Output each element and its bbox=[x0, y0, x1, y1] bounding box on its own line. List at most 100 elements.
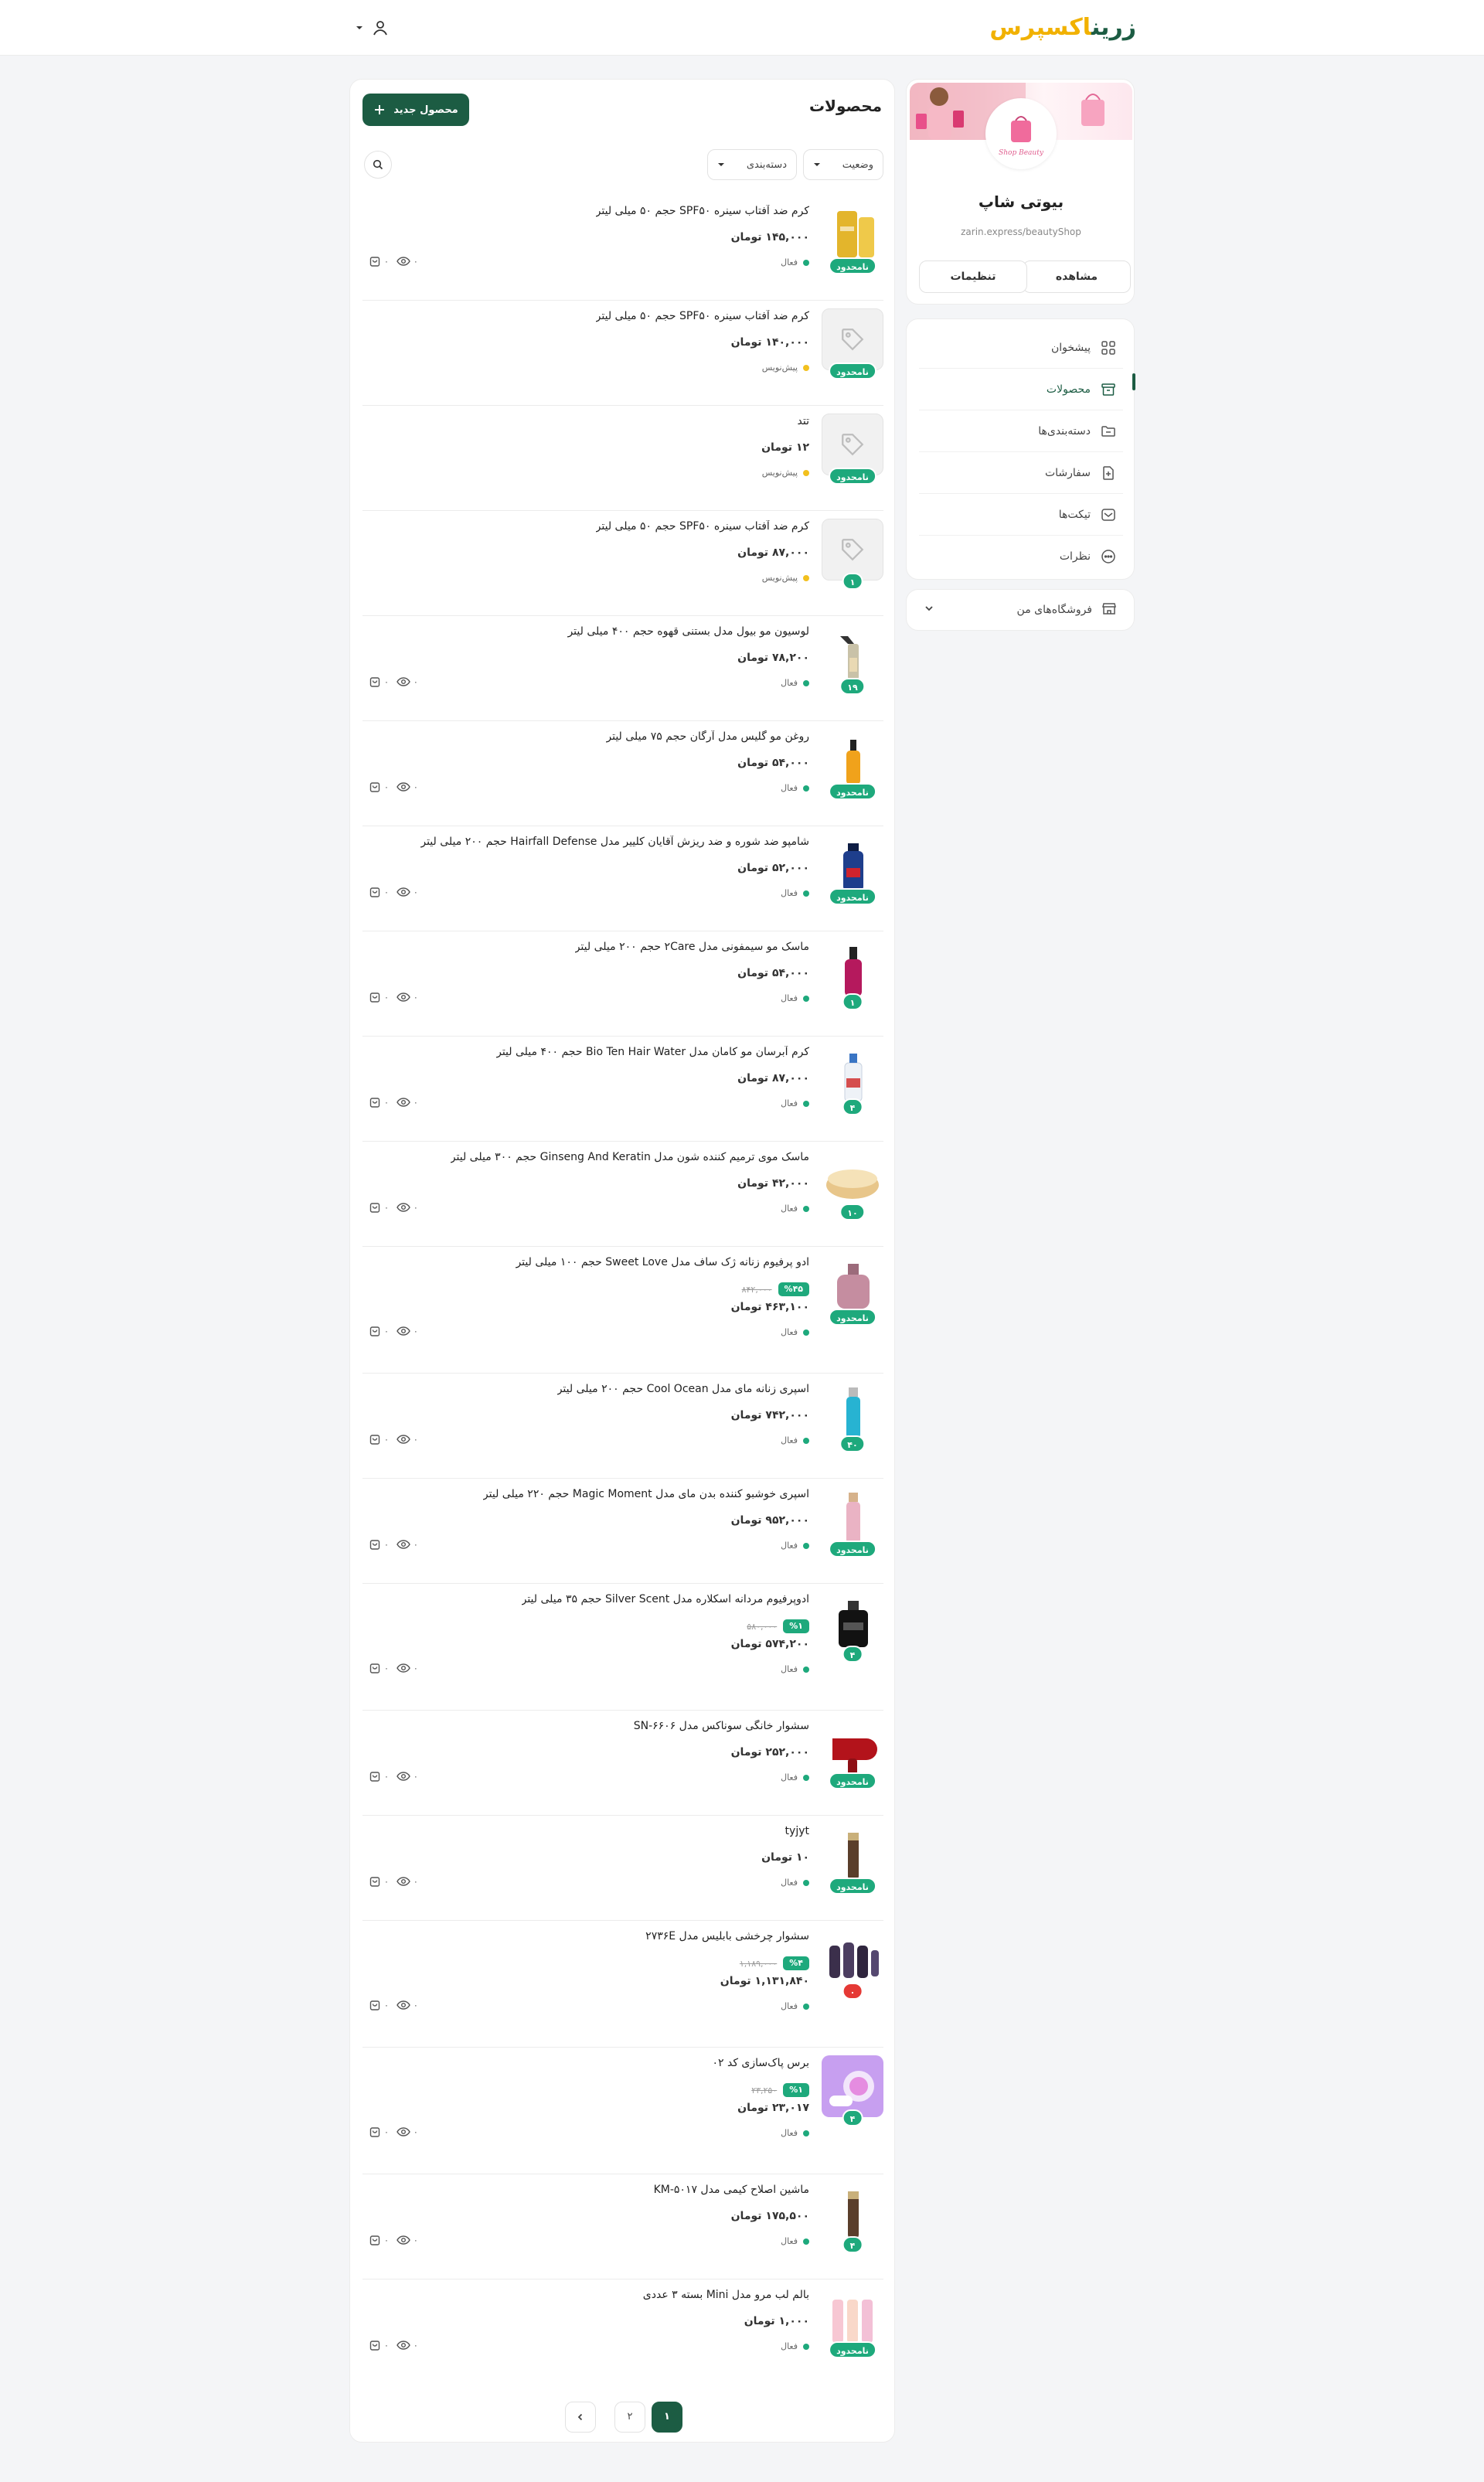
status-label: پیش‌نویس bbox=[761, 573, 798, 583]
product-thumbnail[interactable]: ۴ bbox=[822, 1592, 883, 1663]
product-name[interactable]: برس پاک‌سازی کد ۰۲ bbox=[712, 2057, 809, 2069]
views-stat: ۰ bbox=[397, 887, 418, 897]
store-name: بیوتی شاپ bbox=[978, 192, 1064, 211]
sidebar-item-dashboard[interactable]: پیشخوان bbox=[919, 327, 1123, 369]
product-row[interactable]: نامحدود تتد ۱۲ تومان پیش‌نویس bbox=[362, 406, 883, 511]
product-row[interactable]: نامحدود ادو پرفیوم زنانه ژک ساف مدل Sweet… bbox=[362, 1247, 883, 1374]
product-row[interactable]: نامحدود اسپری خوشبو کننده بدن مای مدل Mag… bbox=[362, 1479, 883, 1584]
product-status: فعال bbox=[781, 2128, 809, 2138]
product-name[interactable]: ادوپرفیوم مردانه اسکلاره مدل Silver Scen… bbox=[522, 1593, 809, 1605]
product-thumbnail[interactable]: ۴ bbox=[822, 2055, 883, 2126]
product-thumbnail[interactable]: ۱۰ bbox=[822, 1149, 883, 1221]
product-name[interactable]: کرم ضد آفتاب سینره SPF۵۰ حجم ۵۰ میلی لیت… bbox=[596, 310, 809, 322]
product-thumbnail[interactable]: نامحدود bbox=[822, 1718, 883, 1789]
store-settings-button[interactable]: تنظیمات bbox=[919, 260, 1027, 293]
product-thumbnail[interactable]: نامحدود bbox=[822, 834, 883, 905]
product-thumbnail[interactable]: نامحدود bbox=[822, 308, 883, 380]
sidebar-item-orders[interactable]: سفارشات bbox=[919, 452, 1123, 494]
product-name[interactable]: tyjyt bbox=[785, 1825, 809, 1837]
product-thumbnail[interactable]: نامحدود bbox=[822, 2287, 883, 2358]
product-status: فعال bbox=[781, 678, 809, 688]
product-thumbnail[interactable]: ۱ bbox=[822, 939, 883, 1010]
product-row[interactable]: ۴ ماشین اصلاح کیمی مدل KM-۵۰۱۷ ۱۷۵,۵۰۰ توم… bbox=[362, 2174, 883, 2279]
product-name[interactable]: ماسک موی ترمیم کننده شون مدل Ginseng And… bbox=[451, 1151, 809, 1163]
product-name[interactable]: سشوار چرخشی بابلیس مدل ۲۷۳۶E bbox=[645, 1930, 809, 1942]
product-row[interactable]: ۱ کرم ضد آفتاب سینره SPF۵۰ حجم ۵۰ میلی لی… bbox=[362, 511, 883, 616]
product-name[interactable]: لوسیون مو بیول مدل بستنی قهوه حجم ۴۰۰ می… bbox=[567, 625, 809, 638]
product-thumbnail[interactable]: نامحدود bbox=[822, 414, 883, 485]
store-url[interactable]: zarin.express/beautyShop bbox=[907, 226, 1135, 237]
new-product-button[interactable]: محصول جدید bbox=[362, 94, 469, 126]
product-name[interactable]: کرم ضد آفتاب سینره SPF۵۰ حجم ۵۰ میلی لیت… bbox=[596, 520, 809, 533]
product-thumbnail[interactable]: نامحدود bbox=[822, 1486, 883, 1558]
sidebar-item-tickets[interactable]: تیکت‌ها bbox=[919, 494, 1123, 536]
product-thumbnail[interactable]: نامحدود bbox=[822, 203, 883, 274]
chevron-down-icon bbox=[814, 163, 820, 166]
product-name[interactable]: شامپو ضد شوره و ضد ریزش آقایان کلییر مدل… bbox=[420, 836, 809, 848]
product-thumbnail[interactable]: نامحدود bbox=[822, 729, 883, 800]
product-row[interactable]: ۴ ادوپرفیوم مردانه اسکلاره مدل Silver Sce… bbox=[362, 1584, 883, 1711]
search-button[interactable] bbox=[364, 151, 392, 179]
cart-icon bbox=[369, 677, 380, 687]
product-row[interactable]: نامحدود tyjyt ۱۰ تومان فعال ۰ ۰ bbox=[362, 1816, 883, 1921]
product-status: فعال bbox=[781, 1541, 809, 1551]
product-thumbnail[interactable]: نامحدود bbox=[822, 1823, 883, 1895]
product-row[interactable]: نامحدود شامپو ضد شوره و ضد ریزش آقایان کل… bbox=[362, 826, 883, 931]
product-thumbnail[interactable]: ۴ bbox=[822, 2182, 883, 2253]
product-thumbnail[interactable]: ۱ bbox=[822, 519, 883, 590]
view-store-button[interactable]: مشاهده bbox=[1023, 260, 1131, 293]
user-menu[interactable] bbox=[356, 15, 396, 40]
product-thumbnail[interactable]: ۴۰ bbox=[822, 1381, 883, 1452]
product-row[interactable]: نامحدود کرم ضد آفتاب سینره SPF۵۰ حجم ۵۰ م… bbox=[362, 196, 883, 301]
sidebar-item-categories[interactable]: دسته‌بندی‌ها bbox=[919, 410, 1123, 452]
product-row[interactable]: ۱ ماسک مو سیمفونی مدل ۲Care حجم ۲۰۰ میلی … bbox=[362, 931, 883, 1037]
my-stores-dropdown[interactable]: فروشگاه‌های من bbox=[906, 589, 1135, 631]
product-thumbnail[interactable]: ۰ bbox=[822, 1929, 883, 2000]
product-name[interactable]: اسپری خوشبو کننده بدن مای مدل Magic Mome… bbox=[483, 1488, 809, 1500]
product-thumbnail[interactable]: ۴ bbox=[822, 1044, 883, 1115]
views-stat: ۰ bbox=[397, 1434, 418, 1445]
sidebar-item-comments[interactable]: نظرات bbox=[919, 536, 1123, 577]
product-row[interactable]: نامحدود سشوار خانگی سوناکس مدل SN-۶۶۰۶ ۲۵۲… bbox=[362, 1711, 883, 1816]
product-image bbox=[822, 2287, 883, 2349]
product-row[interactable]: ۱۹ لوسیون مو بیول مدل بستنی قهوه حجم ۴۰۰ … bbox=[362, 616, 883, 721]
product-name[interactable]: سشوار خانگی سوناکس مدل SN-۶۶۰۶ bbox=[634, 1720, 809, 1732]
product-thumbnail[interactable]: ۱۹ bbox=[822, 624, 883, 695]
product-row[interactable]: ۴ کرم آبرسان مو کامان مدل Bio Ten Hair Wa… bbox=[362, 1037, 883, 1142]
ticket-icon bbox=[1100, 506, 1117, 523]
product-row[interactable]: نامحدود روغن مو گلیس مدل آرگان حجم ۷۵ میل… bbox=[362, 721, 883, 826]
product-row[interactable]: ۱۰ ماسک موی ترمیم کننده شون مدل Ginseng A… bbox=[362, 1142, 883, 1247]
page-button-1[interactable]: ۱ bbox=[652, 2402, 682, 2433]
product-name[interactable]: ماشین اصلاح کیمی مدل KM-۵۰۱۷ bbox=[654, 2184, 809, 2196]
views-stat: ۰ bbox=[397, 1771, 418, 1782]
next-page-button[interactable] bbox=[565, 2402, 596, 2433]
logo[interactable]: زریناکسپرس bbox=[989, 11, 1136, 45]
product-row[interactable]: ۰ سشوار چرخشی بابلیس مدل ۲۷۳۶E %۴ ۱,۱۸۹,۰۰۰… bbox=[362, 1921, 883, 2048]
eye-icon bbox=[397, 1435, 410, 1444]
product-name[interactable]: ادو پرفیوم زنانه ژک ساف مدل Sweet Love ح… bbox=[516, 1256, 809, 1268]
comment-icon bbox=[1100, 548, 1117, 565]
logo-part-1: زرین bbox=[1091, 14, 1136, 41]
sales-count: ۰ bbox=[384, 1434, 389, 1445]
product-name[interactable]: کرم ضد آفتاب سینره SPF۵۰ حجم ۵۰ میلی لیت… bbox=[596, 205, 809, 217]
product-name[interactable]: روغن مو گلیس مدل آرگان حجم ۷۵ میلی لیتر bbox=[606, 730, 809, 743]
status-filter[interactable]: وضعیت bbox=[803, 149, 883, 180]
product-image bbox=[822, 1592, 883, 1653]
discount-row: %۱ ۵۸۰,۰۰۰ bbox=[747, 1619, 809, 1633]
product-row[interactable]: نامحدود کرم ضد آفتاب سینره SPF۵۰ حجم ۵۰ م… bbox=[362, 301, 883, 406]
product-name[interactable]: ماسک مو سیمفونی مدل ۲Care حجم ۲۰۰ میلی ل… bbox=[575, 941, 809, 953]
sidebar-item-products[interactable]: محصولات bbox=[919, 369, 1123, 410]
product-row[interactable]: ۴۰ اسپری زنانه مای مدل Cool Ocean حجم ۲۰۰… bbox=[362, 1374, 883, 1479]
product-status: فعال bbox=[781, 1772, 809, 1782]
document-icon bbox=[1100, 465, 1117, 482]
category-filter[interactable]: دسته‌بندی bbox=[707, 149, 797, 180]
product-name[interactable]: بالم لب مرو مدل Mini بسته ۳ عددی bbox=[643, 2289, 809, 2301]
product-name[interactable]: کرم آبرسان مو کامان مدل Bio Ten Hair Wat… bbox=[496, 1046, 809, 1058]
sales-stat: ۰ bbox=[369, 1999, 389, 2011]
product-row[interactable]: ۴ برس پاک‌سازی کد ۰۲ %۱ ۲۳,۲۵۰ ۲۳,۰۱۷ تومان ف… bbox=[362, 2048, 883, 2174]
product-thumbnail[interactable]: نامحدود bbox=[822, 1255, 883, 1326]
page-button-2[interactable]: ۲ bbox=[614, 2402, 645, 2433]
product-name[interactable]: اسپری زنانه مای مدل Cool Ocean حجم ۲۰۰ م… bbox=[557, 1383, 809, 1395]
product-row[interactable]: نامحدود بالم لب مرو مدل Mini بسته ۳ عددی ۱… bbox=[362, 2279, 883, 2385]
product-name[interactable]: تتد bbox=[798, 415, 809, 427]
